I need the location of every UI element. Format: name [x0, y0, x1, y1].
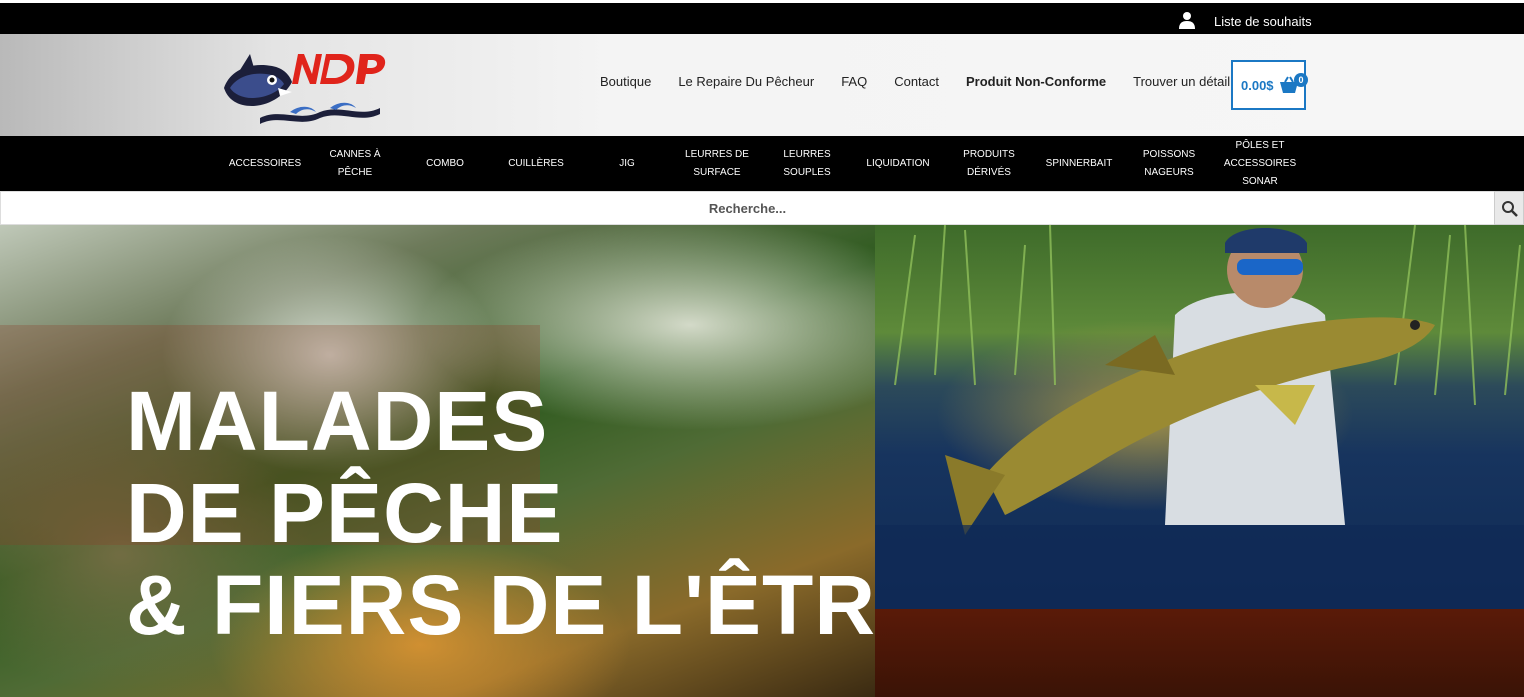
user-icon: [1178, 11, 1198, 31]
category-poles-accessoires-sonar[interactable]: PÔLES ET ACCESSOIRES SONAR: [1214, 136, 1306, 191]
category-navigation: ACCESSOIRES CANNES À PÊCHE COMBO CUILLÈRE…: [0, 136, 1524, 191]
category-jig[interactable]: JIG: [584, 136, 670, 191]
nav-contact[interactable]: Contact: [894, 74, 939, 89]
category-label: LIQUIDATION: [866, 157, 930, 169]
category-label: COMBO: [426, 157, 464, 169]
category-accessoires[interactable]: ACCESSOIRES: [222, 136, 308, 191]
top-bar: Liste de souhaits: [0, 0, 1524, 34]
category-label: ACCESSOIRES: [228, 157, 302, 169]
category-produits-derives[interactable]: PRODUITS DÉRIVÉS: [946, 136, 1032, 191]
hero-headline: MALADES DE PÊCHE & FIERS DE L'ÊTRE!: [126, 375, 875, 651]
search-bar: [0, 191, 1524, 225]
wishlist-link[interactable]: Liste de souhaits: [1178, 10, 1312, 32]
category-label: CUILLÈRES: [508, 157, 564, 169]
category-liquidation[interactable]: LIQUIDATION: [854, 136, 942, 191]
main-navigation: Boutique Le Repaire Du Pêcheur FAQ Conta…: [600, 74, 1278, 89]
category-label: LEURRES DE: [685, 148, 749, 160]
category-poissons-nageurs[interactable]: POISSONS NAGEURS: [1126, 136, 1212, 191]
nav-faq[interactable]: FAQ: [841, 74, 867, 89]
hero-banner-left: MALADES DE PÊCHE & FIERS DE L'ÊTRE!: [0, 225, 875, 697]
hero-bottom-panel: [875, 609, 1524, 697]
hero-photo-angler: [875, 225, 1524, 609]
hero-line-1: MALADES: [126, 374, 549, 468]
search-button[interactable]: [1494, 191, 1524, 225]
category-label: PRODUITS: [963, 148, 1015, 160]
search-icon: [1502, 201, 1518, 217]
nav-repaire-du-pecheur[interactable]: Le Repaire Du Pêcheur: [678, 74, 814, 89]
category-label: NAGEURS: [1144, 166, 1194, 178]
cart-count-badge: 0: [1294, 73, 1308, 87]
category-label: PÔLES ET: [1235, 139, 1285, 151]
category-cuilleres[interactable]: CUILLÈRES: [492, 136, 580, 191]
category-label: SONAR: [1242, 175, 1278, 187]
category-leurres-de-surface[interactable]: LEURRES DE SURFACE: [674, 136, 760, 191]
category-label: DÉRIVÉS: [967, 166, 1011, 178]
category-label: CANNES À: [329, 148, 381, 160]
category-label: SOUPLES: [783, 166, 831, 178]
category-label: PÊCHE: [337, 166, 373, 178]
category-combo[interactable]: COMBO: [402, 136, 488, 191]
search-input[interactable]: [0, 191, 1494, 225]
nav-produit-non-conforme[interactable]: Produit Non-Conforme: [966, 74, 1106, 89]
category-leurres-souples[interactable]: LEURRES SOUPLES: [764, 136, 850, 191]
category-cannes-a-peche[interactable]: CANNES À PÊCHE: [312, 136, 398, 191]
category-label: POISSONS: [1142, 148, 1196, 160]
hero-line-2: DE PÊCHE: [126, 466, 564, 560]
site-header: Boutique Le Repaire Du Pêcheur FAQ Conta…: [0, 34, 1524, 136]
site-logo[interactable]: [220, 48, 388, 126]
category-label: SPINNERBAIT: [1045, 157, 1113, 169]
cart-button[interactable]: 0.00$ 0: [1231, 60, 1308, 110]
hero-line-3: & FIERS DE L'ÊTRE!: [126, 558, 875, 652]
wishlist-label: Liste de souhaits: [1214, 13, 1312, 29]
nav-boutique[interactable]: Boutique: [600, 74, 651, 89]
category-label: ACCESSOIRES: [1223, 157, 1297, 169]
category-label: LEURRES: [783, 148, 831, 160]
category-label: SURFACE: [693, 166, 741, 178]
category-spinnerbait[interactable]: SPINNERBAIT: [1036, 136, 1122, 191]
category-label: JIG: [619, 157, 635, 169]
cart-amount: 0.00$: [1241, 78, 1274, 93]
